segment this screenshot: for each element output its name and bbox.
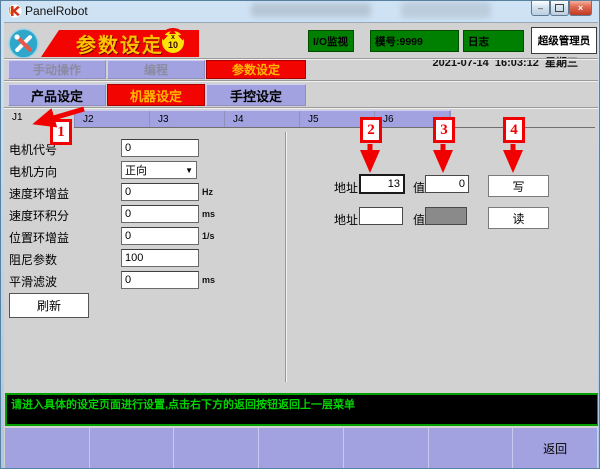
unit-ms-label: ms [202,209,215,219]
unit-ms-label: ms [202,275,215,285]
write-value-input[interactable] [425,175,469,193]
status-bar: 请进入具体的设定页面进行设置,点击右下方的返回按钮返回上一层菜单 [5,393,598,426]
motor-direction-select[interactable]: 正向 ▼ [121,161,197,179]
annotation-marker-1: 1 [50,119,72,145]
app-logo-icon [8,4,22,18]
smooth-filter-input[interactable] [121,271,199,289]
tab-product-settings[interactable]: 产品设定 [8,84,106,106]
tab-parameter-settings[interactable]: 参数设定 [206,60,306,79]
axis-tab-j3[interactable]: J3 [150,111,225,127]
minimize-button[interactable]: – [531,1,550,16]
motor-direction-value: 正向 [125,162,147,178]
tools-icon [8,28,39,59]
annotation-marker-2: 2 [360,117,382,143]
bottom-button-empty-6[interactable] [428,428,513,468]
tab-machine-settings[interactable]: 机器设定 [107,84,205,106]
field-label-damping-param: 阻尼参数 [9,251,57,268]
tab-handctrl-settings[interactable]: 手控设定 [206,84,306,106]
motor-code-input[interactable] [121,139,199,157]
read-address-input[interactable] [359,207,403,225]
write-address-label: 地址 [334,179,358,196]
axis-tab-j1-active[interactable]: J1 [12,112,23,123]
gauge-notch [169,28,176,34]
page-title: 参数设定 [76,29,164,58]
axis-tab-j4[interactable]: J4 [225,111,300,127]
axis-tab-strip: J2 J3 J4 J5 J6 [74,110,451,128]
dropdown-arrow-icon: ▼ [185,166,193,175]
field-label-smooth-filter: 平滑滤波 [9,273,57,290]
read-button[interactable]: 读 [488,207,549,229]
app-window: PanelRobot – × 参数设定 x 10 I/O监视 模号:9999 日… [0,0,600,469]
title-bar: PanelRobot – × [1,1,599,22]
titlebar-glass-blur [401,2,491,18]
status-message: 请进入具体的设定页面进行设置,点击右下方的返回按钮返回上一层菜单 [7,395,597,413]
speed-loop-gain-input[interactable] [121,183,199,201]
annotation-marker-4: 4 [503,117,525,143]
write-button[interactable]: 写 [488,175,549,197]
maximize-button[interactable] [550,1,569,16]
io-monitor-button[interactable]: I/O监视 [308,30,354,52]
maximize-icon [555,4,564,12]
bottom-button-empty-2[interactable] [89,428,174,468]
field-label-speed-loop-integral: 速度环积分 [9,207,69,224]
speed-loop-integral-input[interactable] [121,205,199,223]
tab-programming[interactable]: 编程 [107,60,205,79]
divider [4,107,598,109]
write-address-input[interactable] [359,174,405,194]
log-button[interactable]: 日志 [463,30,524,52]
bottom-button-empty-3[interactable] [173,428,258,468]
read-address-label: 地址 [334,211,358,228]
field-label-motor-direction: 电机方向 [9,163,57,180]
client-area: 参数设定 x 10 I/O监视 模号:9999 日志 超级管理员 2021-07… [4,22,598,468]
field-label-speed-loop-gain: 速度环增益 [9,185,69,202]
refresh-button[interactable]: 刷新 [9,293,89,318]
tab-manual-operation[interactable]: 手动操作 [8,60,106,79]
window-title: PanelRobot [25,4,88,18]
module-number-display[interactable]: 模号:9999 [370,30,459,52]
bottom-button-empty-1[interactable] [5,428,89,468]
write-value-label: 值 [413,179,425,196]
damping-param-input[interactable] [121,249,199,267]
titlebar-glass-blur [251,3,371,17]
window-controls: – × [531,1,592,16]
position-loop-gain-input[interactable] [121,227,199,245]
close-button[interactable]: × [569,1,592,16]
read-value-label: 值 [413,211,425,228]
user-role-badge[interactable]: 超级管理员 [531,27,597,54]
gauge-bottom-label: 10 [168,41,178,50]
datetime-display: 2021-07-14 16:03:12 星期三 [432,54,578,70]
field-label-position-loop-gain: 位置环增益 [9,229,69,246]
unit-hz-label: Hz [202,187,213,197]
panel-divider [285,132,287,382]
return-button[interactable]: 返回 [512,428,597,468]
read-value-display [425,207,467,225]
gauge-x10-icon: x 10 [159,28,187,56]
divider [4,80,598,82]
unit-1s-label: 1/s [202,231,215,241]
annotation-marker-3: 3 [433,117,455,143]
bottom-button-empty-4[interactable] [258,428,343,468]
bottom-button-empty-5[interactable] [343,428,428,468]
axis-tab-j2[interactable]: J2 [75,111,150,127]
bottom-button-bar: 返回 [5,428,597,468]
